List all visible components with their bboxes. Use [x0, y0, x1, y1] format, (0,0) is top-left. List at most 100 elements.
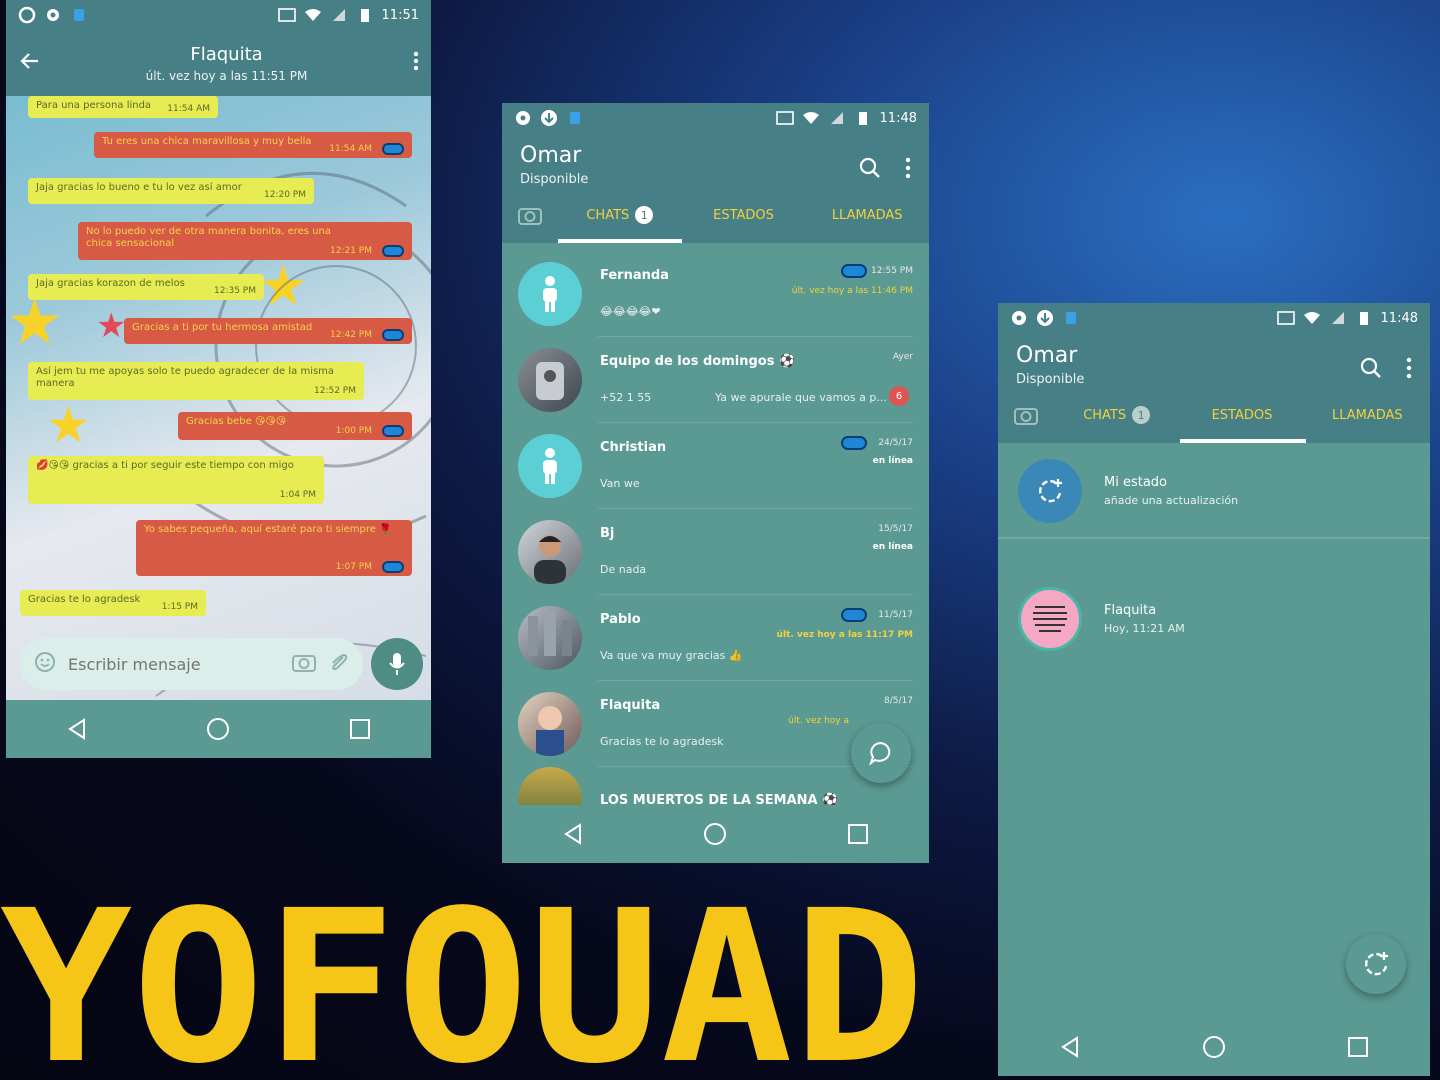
chat-appbar: 11:51 Flaquita últ. vez hoy a las 11:51 …	[6, 0, 431, 96]
camera-icon[interactable]	[291, 651, 317, 677]
nav-back-icon[interactable]	[553, 814, 593, 854]
new-chat-button[interactable]	[851, 723, 911, 783]
message-bubble-in[interactable]: Jaja gracias lo bueno e tu lo vez así am…	[28, 178, 314, 204]
chat-list: Fernanda 😂😂😂😂❤ 12:55 PM últ. vez hoy a l…	[502, 243, 929, 807]
nav-back-icon[interactable]	[57, 709, 97, 749]
message-bubble-out[interactable]: Yo sabes pequeña, aquí estaré para ti si…	[136, 520, 412, 576]
chat-list-item[interactable]: Fernanda 😂😂😂😂❤ 12:55 PM últ. vez hoy a l…	[502, 251, 929, 337]
chat-time: 11/5/17	[878, 610, 913, 620]
chat-online-status: en línea	[872, 456, 913, 466]
back-arrow-icon[interactable]	[18, 50, 58, 76]
chat-last-message: 😂😂😂😂❤	[600, 305, 661, 318]
chat-time: 8/5/17	[884, 696, 913, 706]
chat-last-seen: últ. vez hoy a las 11:46 PM	[791, 286, 913, 296]
message-bubble-out[interactable]: Tu eres una chica maravillosa y muy bell…	[94, 132, 412, 158]
mic-button[interactable]	[371, 638, 423, 690]
eye-icon	[841, 608, 867, 622]
tab-estados[interactable]: ESTADOS	[682, 187, 806, 243]
new-status-button[interactable]	[1346, 934, 1406, 994]
chat-last-seen: últ. vez hoy a las 11:51 PM	[145, 68, 308, 83]
cast-icon	[775, 109, 794, 127]
compose-row	[20, 636, 423, 692]
main-tabs: CHATS 1 ESTADOS LLAMADAS	[502, 187, 929, 243]
chat-list-item[interactable]: Bj De nada 15/5/17 en línea	[502, 509, 929, 595]
message-bubble-in[interactable]: Para una persona linda 11:54 AM	[28, 96, 218, 118]
nav-back-icon[interactable]	[1050, 1027, 1090, 1067]
chat-contact-name[interactable]: Flaquita	[58, 44, 395, 65]
wifi-icon	[1303, 309, 1321, 327]
settings-notification-icon	[514, 109, 532, 127]
search-icon[interactable]	[1360, 357, 1382, 383]
settings-notification-icon	[1010, 309, 1028, 327]
message-bubble-in[interactable]: Gracias te lo agradesk 1:15 PM	[20, 590, 206, 616]
chat-name: Christian	[600, 440, 667, 455]
chat-online-status: en línea	[872, 542, 913, 552]
active-tab-indicator	[1180, 439, 1306, 443]
attach-clip-icon[interactable]	[327, 651, 349, 677]
group-avatar	[518, 348, 582, 412]
nav-recents-icon[interactable]	[838, 814, 878, 854]
message-bubble-in[interactable]: 💋😘😘 gracias a ti por seguir este tiempo …	[28, 456, 324, 504]
no-signal-icon	[1329, 309, 1347, 327]
more-options-icon[interactable]	[1406, 357, 1412, 383]
tab-llamadas-label: LLAMADAS	[831, 207, 903, 223]
emoji-icon[interactable]	[34, 651, 56, 677]
brand-title-text: YOFOUAD	[0, 880, 925, 1080]
nav-recents-icon[interactable]	[340, 709, 380, 749]
tab-camera[interactable]	[998, 387, 1054, 443]
tab-chats[interactable]: CHATS 1	[1054, 387, 1179, 443]
chat-preview: Ya we apurale que vamos a p...	[715, 391, 887, 404]
message-bubble-out[interactable]: Gracias a ti por tu hermosa amistad 12:42…	[124, 318, 412, 344]
chat-last-message: +52 1 55	[600, 391, 652, 404]
message-bubble-in[interactable]: Así jem tu me apoyas solo te puedo agrad…	[28, 362, 364, 400]
nav-recents-icon[interactable]	[1338, 1027, 1378, 1067]
chat-last-seen: últ. vez hoy a	[788, 716, 849, 726]
status-time: 11:48	[1380, 310, 1418, 326]
android-nav-bar	[502, 805, 929, 863]
tab-camera[interactable]	[502, 187, 558, 243]
more-options-icon[interactable]	[395, 51, 419, 75]
tab-llamadas[interactable]: LLAMADAS	[1305, 387, 1430, 443]
notification-icon	[18, 6, 36, 24]
message-bubble-out[interactable]: No lo puedo ver de otra manera bonita, e…	[78, 222, 412, 260]
more-options-icon[interactable]	[905, 157, 911, 183]
nav-home-icon[interactable]	[198, 709, 238, 749]
default-avatar	[518, 434, 582, 498]
tab-chats[interactable]: CHATS 1	[558, 187, 682, 243]
settings-notification-icon	[44, 6, 62, 24]
chat-list-item[interactable]: Equipo de los domingos ⚽ +52 1 55 Ya we …	[502, 337, 929, 423]
chat-list-item[interactable]: Pablo Va que va muy gracias 👍 11/5/17 úl…	[502, 595, 929, 681]
wifi-icon	[304, 6, 322, 24]
download-notification-icon	[540, 109, 558, 127]
read-eye-icon	[382, 425, 404, 437]
unread-chats-badge: 1	[635, 206, 654, 224]
my-status-subtitle: añade una actualización	[1104, 494, 1239, 507]
nav-home-icon[interactable]	[1194, 1027, 1234, 1067]
tab-llamadas[interactable]: LLAMADAS	[805, 187, 929, 243]
chat-list-item[interactable]: Christian Van we 24/5/17 en línea	[502, 423, 929, 509]
message-bubble-out[interactable]: Gracias bebe 😘😘😘 1:00 PM	[178, 412, 412, 440]
unread-chats-badge: 1	[1132, 406, 1151, 424]
group-avatar	[518, 767, 582, 807]
status-time: Hoy, 11:21 AM	[1104, 622, 1185, 635]
active-tab-indicator	[558, 239, 682, 243]
tab-estados-label: ESTADOS	[713, 207, 774, 223]
tab-llamadas-label: LLAMADAS	[1331, 407, 1403, 423]
chat-name: Flaquita	[600, 698, 661, 713]
brand-title: YOFOUAD	[0, 880, 925, 1080]
chat-name: Equipo de los domingos ⚽	[600, 354, 796, 369]
status-contact-name: Flaquita	[1104, 603, 1157, 618]
android-nav-bar	[6, 700, 431, 758]
my-status-title: Mi estado	[1104, 475, 1168, 490]
search-icon[interactable]	[859, 157, 881, 183]
message-bubble-in[interactable]: Jaja gracias korazon de melos 12:35 PM	[28, 274, 264, 300]
chat-time: Ayer	[892, 352, 913, 362]
message-input[interactable]	[66, 653, 281, 675]
nav-home-icon[interactable]	[695, 814, 735, 854]
status-screen: 11:48 Omar Disponible CHATS 1 ESTADOS LLA…	[998, 303, 1430, 1076]
my-status-avatar	[1018, 459, 1082, 523]
tab-estados[interactable]: ESTADOS	[1179, 387, 1304, 443]
status-list-item[interactable]: Flaquita Hoy, 11:21 AM	[998, 573, 1430, 665]
my-status-row[interactable]: Mi estado añade una actualización	[998, 445, 1430, 539]
read-eye-icon	[382, 329, 404, 341]
